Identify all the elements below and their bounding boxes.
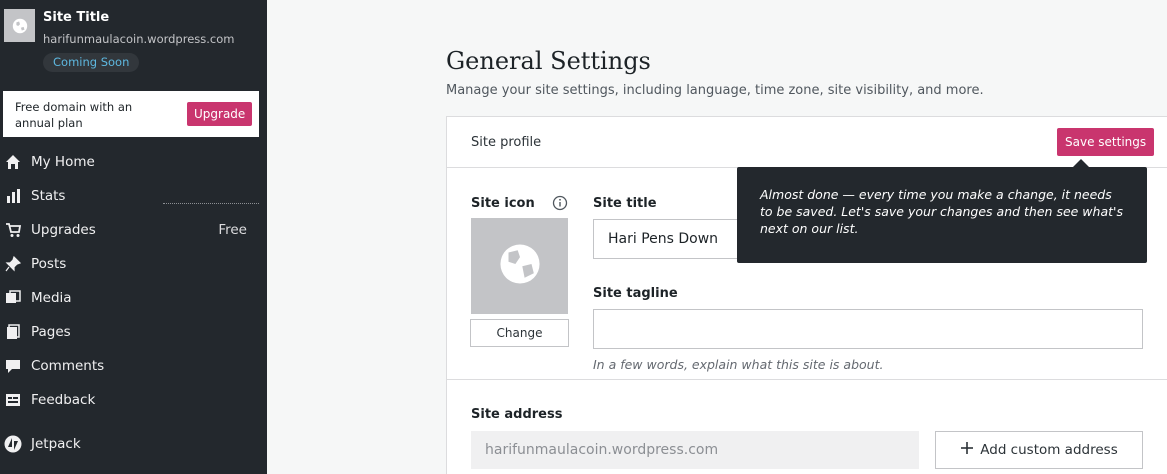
- section-divider: [447, 379, 1167, 380]
- sidebar-item-label: Posts: [31, 256, 67, 272]
- card-header-title: Site profile: [471, 135, 542, 150]
- upsell-banner[interactable]: Free domain with an annual plan Upgrade: [3, 91, 259, 137]
- cart-icon: [4, 222, 22, 238]
- site-address-label: Site address: [471, 407, 563, 422]
- sidebar-item-feedback[interactable]: Feedback: [0, 383, 267, 417]
- sidebar-item-label: Upgrades: [31, 222, 96, 238]
- site-url: harifunmaulacoin.wordpress.com: [43, 32, 235, 46]
- comments-icon: [4, 358, 22, 374]
- save-reminder-tooltip: Almost done — every time you make a chan…: [737, 159, 1147, 263]
- sidebar-item-label: Comments: [31, 358, 105, 374]
- sidebar-item-jetpack[interactable]: Jetpack: [0, 427, 267, 461]
- upsell-text: Free domain with an annual plan: [15, 100, 133, 130]
- page-title: General Settings: [446, 47, 651, 75]
- sidebar-item-upgrades[interactable]: Upgrades Free: [0, 213, 267, 247]
- sidebar-item-label: Feedback: [31, 392, 96, 408]
- site-header[interactable]: Site Title harifunmaulacoin.wordpress.co…: [0, 0, 267, 80]
- feedback-icon: [4, 392, 22, 408]
- globe-icon: [4, 9, 35, 42]
- sidebar-item-comments[interactable]: Comments: [0, 349, 267, 383]
- sidebar-item-my-home[interactable]: My Home: [0, 145, 267, 179]
- site-title-value: Hari Pens Down: [608, 231, 719, 247]
- sidebar-item-label: Stats: [31, 188, 66, 204]
- sidebar-item-label: Media: [31, 290, 72, 306]
- site-address-field: harifunmaulacoin.wordpress.com: [471, 431, 919, 469]
- site-tagline-label: Site tagline: [593, 286, 678, 301]
- stats-icon: [4, 188, 22, 204]
- site-name: Site Title: [43, 10, 110, 25]
- card-header: Site profile Save settings: [447, 117, 1167, 168]
- sidebar: Site Title harifunmaulacoin.wordpress.co…: [0, 0, 267, 474]
- tagline-hint: In a few words, explain what this site i…: [593, 357, 884, 372]
- change-icon-button[interactable]: Change: [470, 319, 569, 347]
- page-subtitle: Manage your site settings, including lan…: [446, 83, 984, 98]
- sidebar-item-stats[interactable]: Stats: [0, 179, 267, 213]
- media-icon: [4, 290, 22, 306]
- save-settings-button[interactable]: Save settings: [1057, 128, 1155, 156]
- status-badge: Coming Soon: [43, 53, 140, 72]
- site-icon-label: Site icon: [471, 196, 535, 211]
- home-icon: [4, 154, 22, 170]
- pages-icon: [4, 324, 22, 340]
- globe-icon: [497, 241, 543, 291]
- upgrades-free-badge: Free: [218, 222, 247, 238]
- sidebar-item-label: Pages: [31, 324, 71, 340]
- site-tagline-input[interactable]: [593, 309, 1143, 349]
- sidebar-item-media[interactable]: Media: [0, 281, 267, 315]
- site-title-label: Site title: [593, 196, 657, 211]
- add-custom-address-label: Add custom address: [980, 442, 1118, 458]
- sidebar-nav: My Home Stats Upgrades Free Posts Media …: [0, 145, 267, 461]
- add-custom-address-button[interactable]: Add custom address: [935, 431, 1143, 469]
- site-icon-placeholder[interactable]: [471, 218, 568, 314]
- jetpack-icon: [4, 435, 22, 453]
- pin-icon: [4, 256, 22, 272]
- sidebar-item-label: Jetpack: [31, 436, 81, 452]
- plus-icon: [960, 441, 974, 459]
- sidebar-item-posts[interactable]: Posts: [0, 247, 267, 281]
- sidebar-item-label: My Home: [31, 154, 95, 170]
- sidebar-item-pages[interactable]: Pages: [0, 315, 267, 349]
- info-icon[interactable]: [552, 195, 568, 211]
- upgrade-button[interactable]: Upgrade: [187, 102, 253, 126]
- tooltip-text: Almost done — every time you make a chan…: [760, 187, 1123, 236]
